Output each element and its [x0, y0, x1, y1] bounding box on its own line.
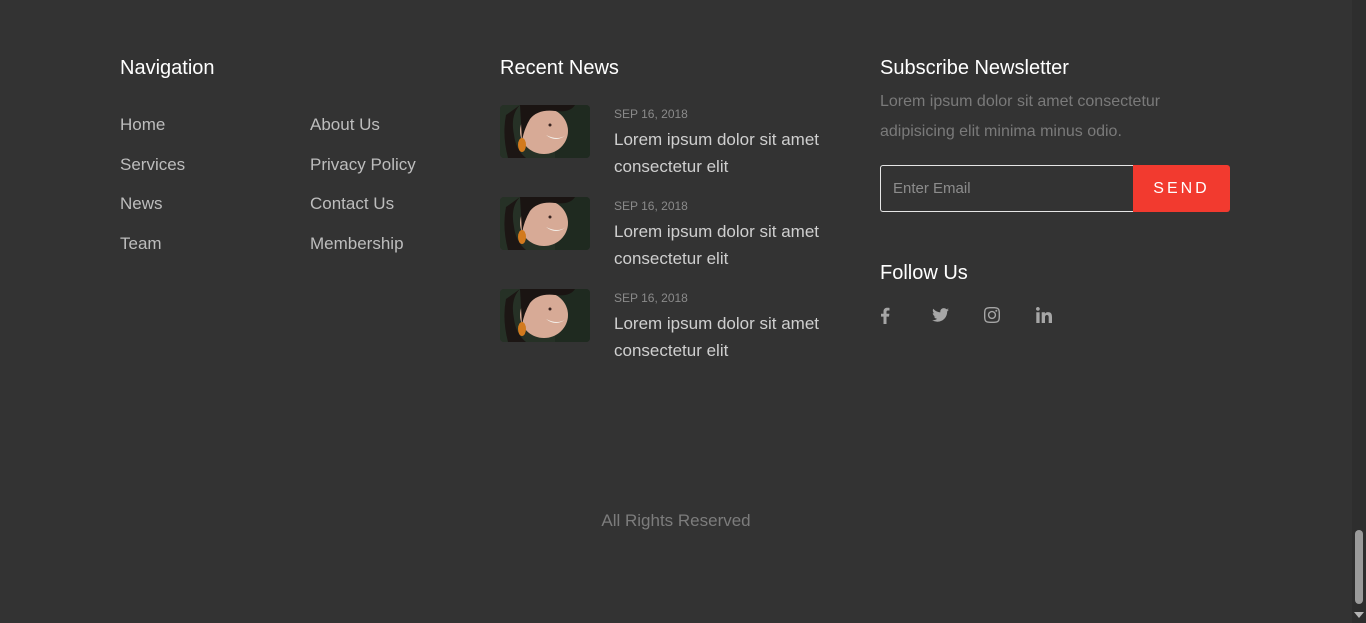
- newsletter-description: Lorem ipsum dolor sit amet consectetur a…: [880, 93, 1161, 140]
- follow-us-heading: Follow Us: [880, 262, 968, 284]
- vertical-scrollbar[interactable]: [1352, 0, 1366, 623]
- news-thumbnail[interactable]: [500, 289, 590, 342]
- news-title-link[interactable]: Lorem ipsum dolor sit amet consectetur e…: [614, 218, 854, 272]
- news-thumbnail[interactable]: [500, 197, 590, 250]
- email-input[interactable]: [880, 165, 1133, 212]
- news-list: SEP 16, 2018 Lorem ipsum dolor sit amet …: [500, 105, 840, 381]
- news-title-link[interactable]: Lorem ipsum dolor sit amet consectetur e…: [614, 310, 854, 364]
- newsletter-heading: Subscribe Newsletter: [880, 57, 1069, 79]
- newsletter-form: SEND: [880, 165, 1230, 212]
- news-text: SEP 16, 2018 Lorem ipsum dolor sit amet …: [614, 291, 854, 381]
- send-button[interactable]: SEND: [1133, 165, 1230, 212]
- footer-page: Navigation Home About Us Services Privac…: [0, 0, 1366, 623]
- scroll-down-arrow-icon[interactable]: [1354, 612, 1364, 618]
- news-item[interactable]: SEP 16, 2018 Lorem ipsum dolor sit amet …: [500, 197, 840, 289]
- news-date: SEP 16, 2018: [614, 107, 688, 121]
- nav-link-membership[interactable]: Membership: [310, 224, 480, 264]
- news-date: SEP 16, 2018: [614, 291, 688, 305]
- nav-link-home[interactable]: Home: [120, 105, 310, 145]
- nav-link-team[interactable]: Team: [120, 224, 310, 264]
- nav-link-privacy-policy[interactable]: Privacy Policy: [310, 145, 480, 185]
- navigation-links: Home About Us Services Privacy Policy Ne…: [120, 105, 480, 263]
- recent-news-section: Recent News SEP 16, 2018 Lorem ipsum dol…: [500, 55, 840, 381]
- news-item[interactable]: SEP 16, 2018 Lorem ipsum dolor sit amet …: [500, 289, 840, 381]
- nav-link-news[interactable]: News: [120, 184, 310, 224]
- twitter-icon[interactable]: [932, 304, 984, 326]
- linkedin-icon[interactable]: [1036, 304, 1088, 326]
- navigation-heading: Navigation: [120, 57, 215, 79]
- news-thumbnail[interactable]: [500, 105, 590, 158]
- instagram-icon[interactable]: [984, 304, 1036, 326]
- social-links: [880, 304, 1230, 326]
- news-date: SEP 16, 2018: [614, 199, 688, 213]
- scrollbar-thumb[interactable]: [1355, 530, 1363, 604]
- navigation-section: Navigation Home About Us Services Privac…: [120, 55, 480, 263]
- newsletter-section: Subscribe Newsletter Lorem ipsum dolor s…: [880, 55, 1230, 326]
- facebook-icon[interactable]: [880, 304, 932, 326]
- nav-link-about-us[interactable]: About Us: [310, 105, 480, 145]
- news-text: SEP 16, 2018 Lorem ipsum dolor sit amet …: [614, 199, 854, 289]
- copyright-text: All Rights Reserved: [601, 511, 751, 530]
- news-text: SEP 16, 2018 Lorem ipsum dolor sit amet …: [614, 107, 854, 197]
- news-item[interactable]: SEP 16, 2018 Lorem ipsum dolor sit amet …: [500, 105, 840, 197]
- nav-link-contact-us[interactable]: Contact Us: [310, 184, 480, 224]
- news-title-link[interactable]: Lorem ipsum dolor sit amet consectetur e…: [614, 126, 854, 180]
- recent-news-heading: Recent News: [500, 57, 619, 79]
- nav-link-services[interactable]: Services: [120, 145, 310, 185]
